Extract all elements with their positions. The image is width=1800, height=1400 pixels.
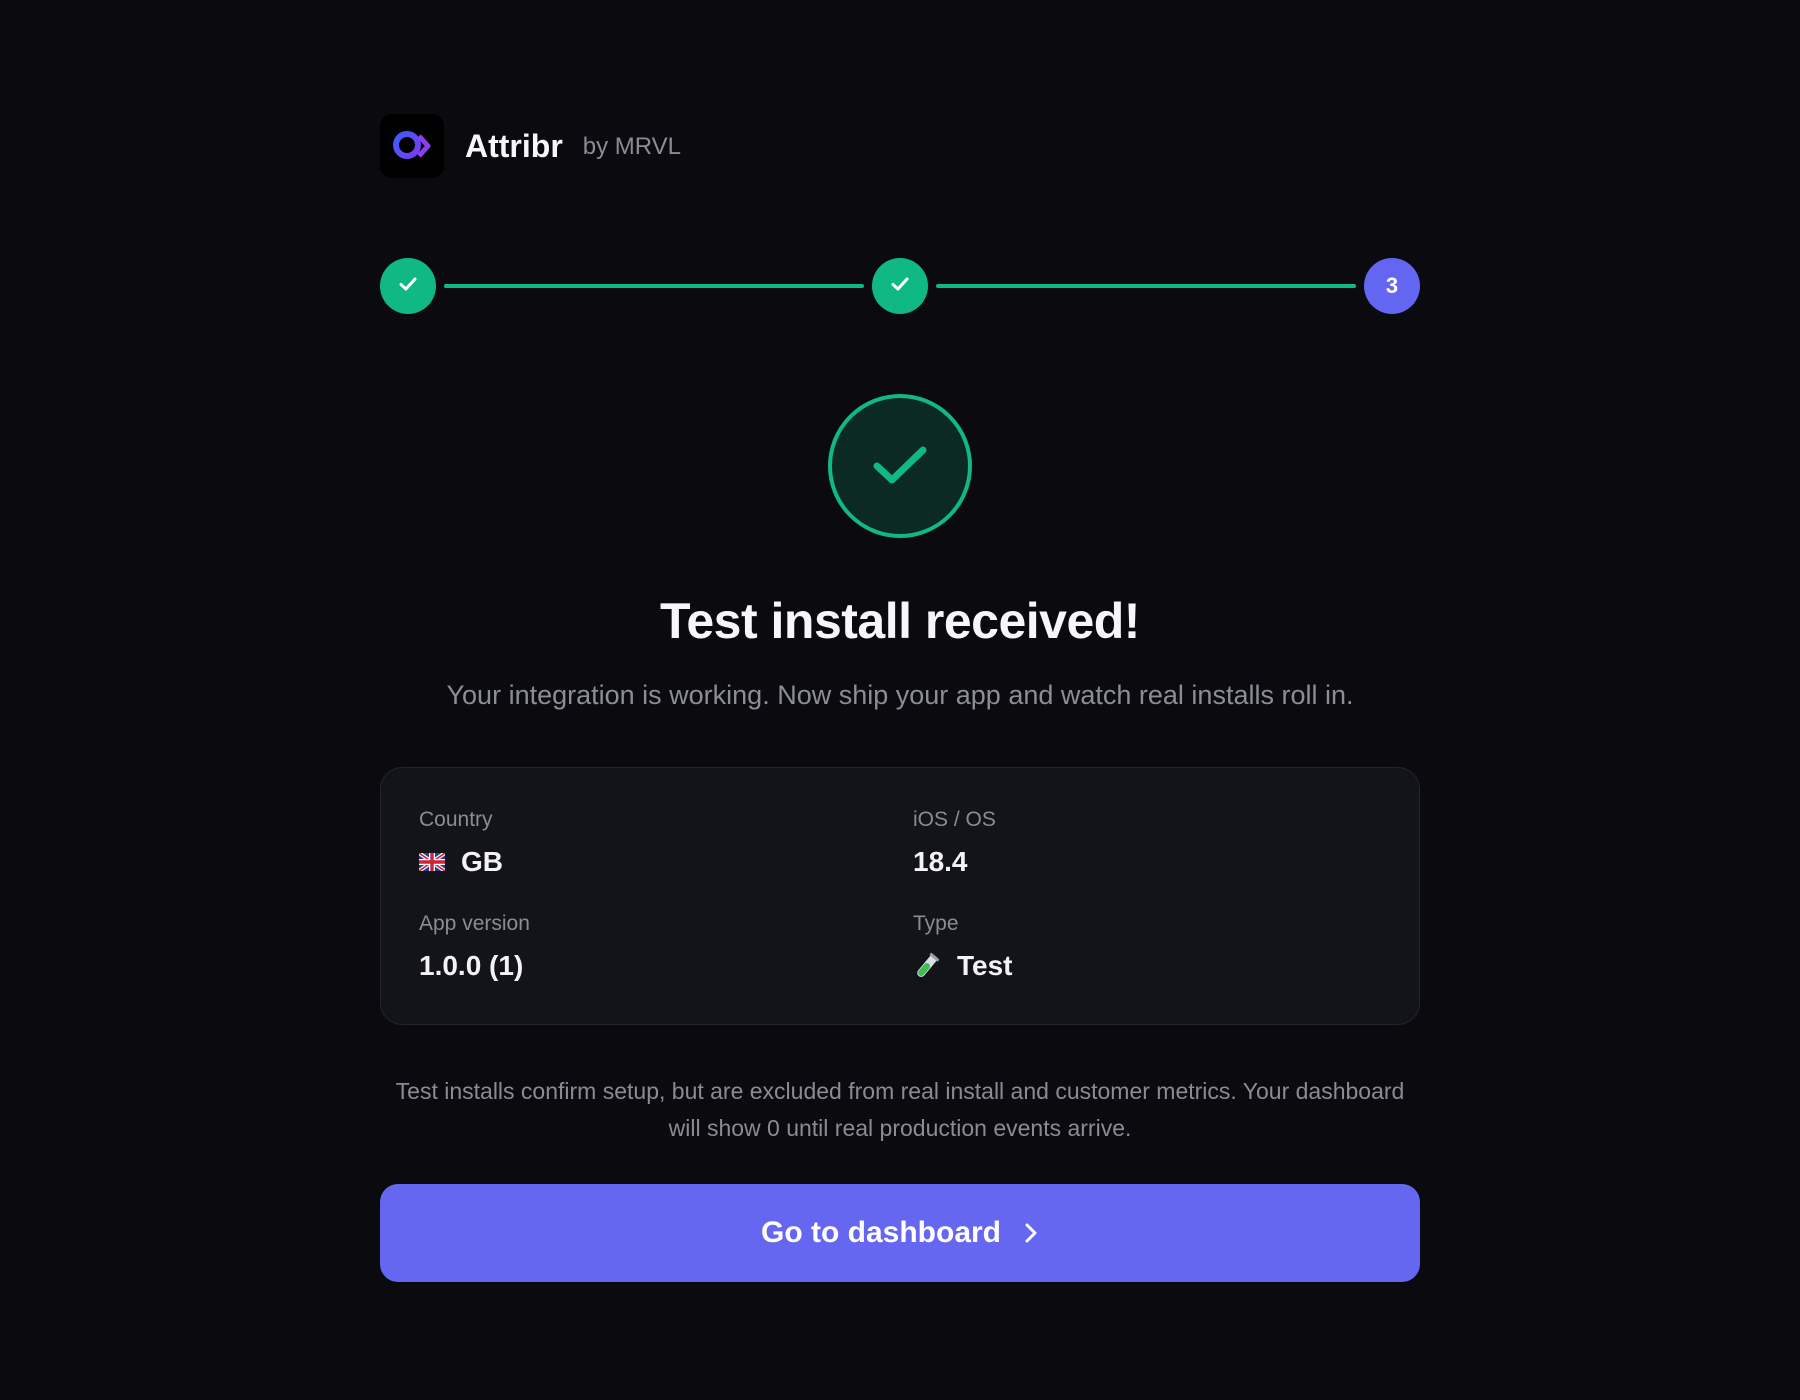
country-value: GB — [461, 846, 503, 877]
step-3-current: 3 — [1364, 258, 1420, 314]
step-2-complete — [872, 258, 928, 314]
type-label: Type — [913, 912, 959, 935]
os-field: iOS / OS 18.4 — [913, 808, 996, 878]
type-field: Type Test — [913, 912, 1013, 982]
check-icon — [889, 273, 911, 300]
uk-flag-icon — [419, 853, 445, 871]
step-connector-2 — [936, 284, 1356, 288]
app-version-value: 1.0.0 (1) — [419, 950, 524, 981]
step-1-complete — [380, 258, 436, 314]
os-value: 18.4 — [913, 846, 968, 877]
install-details-card: Country GB iOS / OS 18.4 App version 1.0… — [380, 767, 1420, 1025]
step-connector-1 — [444, 284, 864, 288]
go-to-dashboard-label: Go to dashboard — [761, 1216, 1001, 1249]
brand-header: Attribr by MRVL — [380, 114, 1420, 178]
test-install-note: Test installs confirm setup, but are exc… — [395, 1078, 1405, 1141]
type-value: Test — [957, 950, 1013, 981]
brand-name: Attribr — [465, 127, 563, 164]
country-label: Country — [419, 808, 493, 831]
attribr-logo-icon — [380, 114, 444, 178]
app-version-label: App version — [419, 912, 530, 935]
step-3-number: 3 — [1385, 273, 1399, 298]
country-field: Country GB — [419, 808, 503, 878]
os-label: iOS / OS — [913, 808, 996, 831]
onboarding-panel: Attribr by MRVL 3 Test install received!… — [380, 114, 1420, 1282]
page-subtitle: Your integration is working. Now ship yo… — [446, 680, 1354, 710]
check-icon — [397, 273, 419, 300]
app-version-field: App version 1.0.0 (1) — [419, 912, 530, 982]
test-tube-icon — [913, 952, 941, 980]
check-circle-icon — [828, 394, 972, 538]
progress-stepper: 3 — [380, 258, 1420, 314]
chevron-right-icon — [1023, 1222, 1039, 1244]
go-to-dashboard-button[interactable]: Go to dashboard — [380, 1184, 1420, 1282]
brand-byline: by MRVL — [582, 133, 682, 160]
page-title: Test install received! — [660, 593, 1140, 649]
